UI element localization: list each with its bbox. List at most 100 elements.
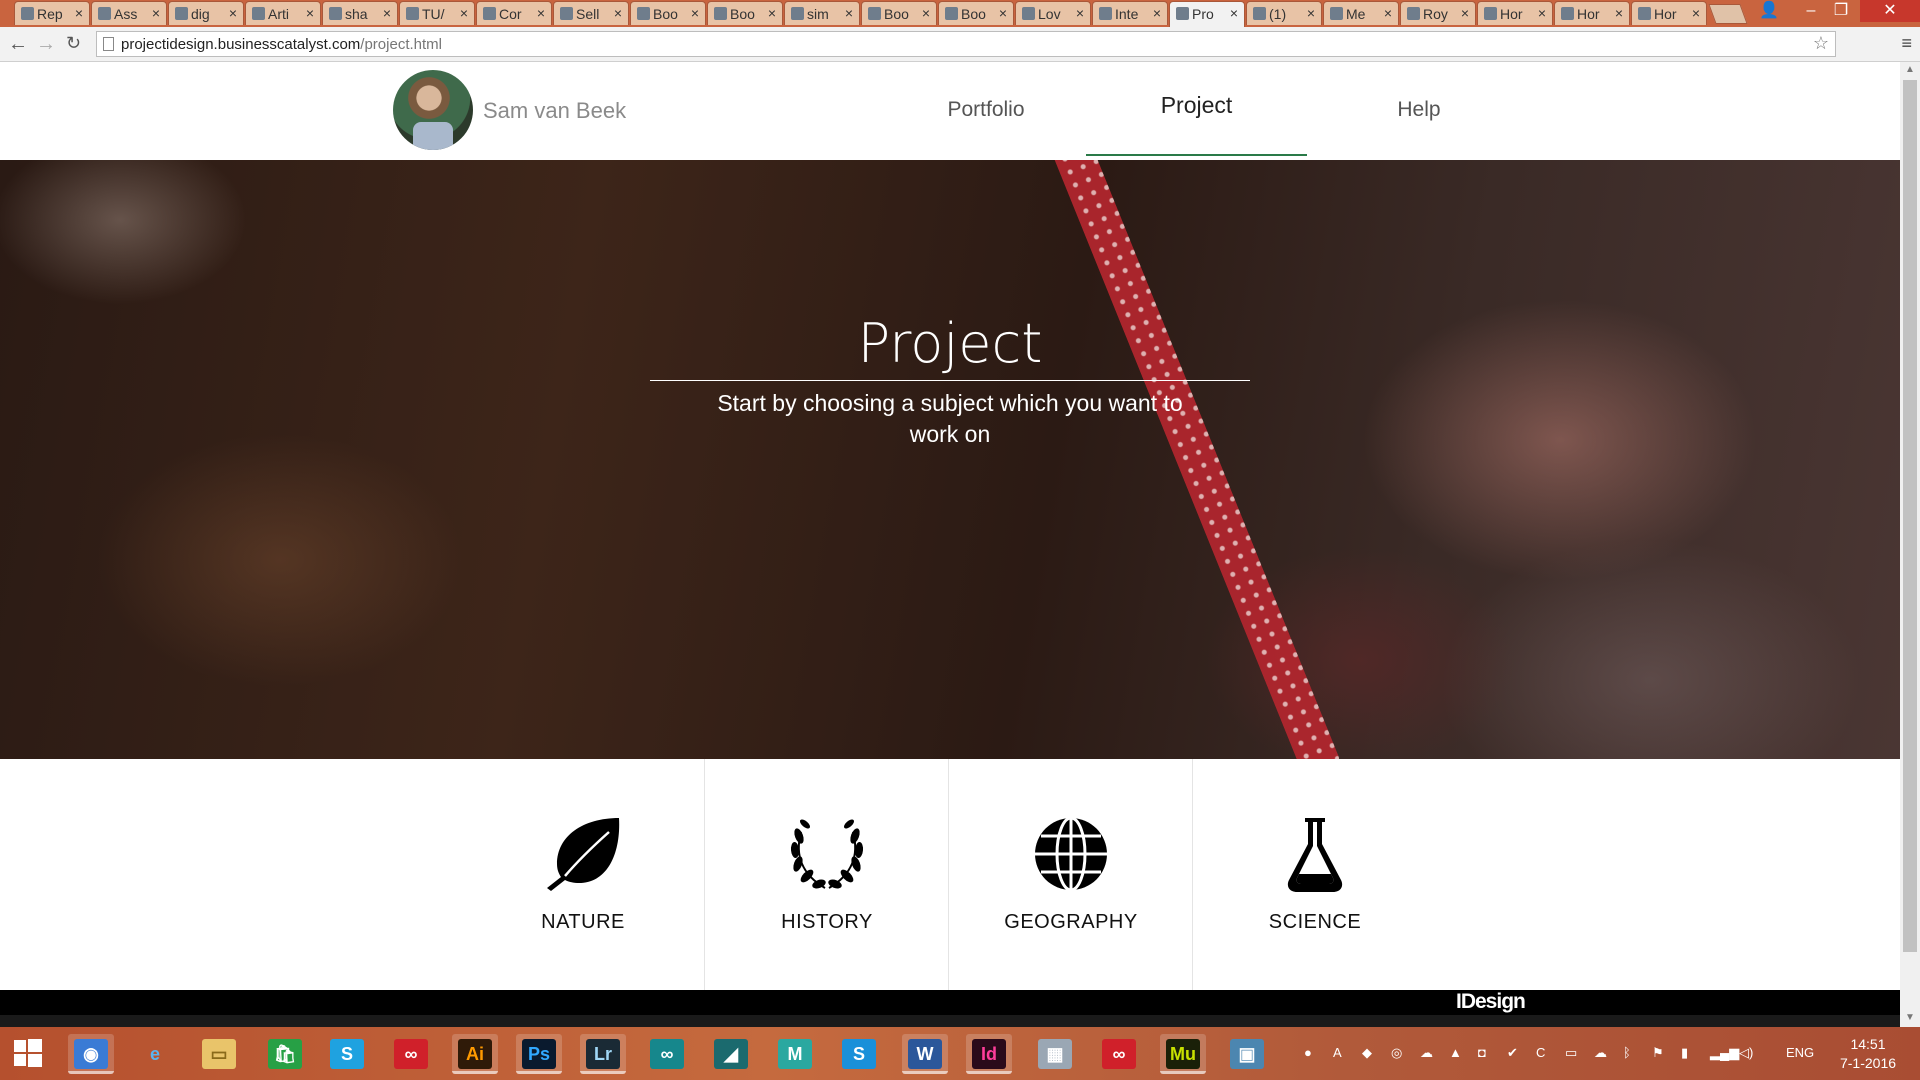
tab-close-icon[interactable]: × bbox=[1307, 5, 1315, 21]
creative-cloud-taskbar-icon[interactable]: ∞ bbox=[388, 1034, 434, 1074]
tab-close-icon[interactable]: × bbox=[1461, 5, 1469, 21]
tab-close-icon[interactable]: × bbox=[1538, 5, 1546, 21]
Lr-taskbar-icon[interactable]: Lr bbox=[580, 1034, 626, 1074]
W-taskbar-icon[interactable]: W bbox=[902, 1034, 948, 1074]
cloud-tray-icon[interactable]: ☁ bbox=[1594, 1045, 1607, 1061]
norton-tray-icon[interactable]: ◘ bbox=[1478, 1045, 1486, 1060]
scroll-thumb[interactable] bbox=[1903, 80, 1917, 952]
browser-tab[interactable]: Cor × bbox=[476, 1, 552, 25]
footer-brand-logo[interactable]: IDesign bbox=[1456, 990, 1526, 1014]
tab-close-icon[interactable]: × bbox=[1230, 5, 1238, 21]
store-taskbar-icon[interactable]: 🛍 bbox=[262, 1034, 308, 1074]
maximize-button[interactable]: ❐ bbox=[1820, 0, 1862, 22]
browser-tab[interactable]: Lov × bbox=[1015, 1, 1091, 25]
tab-close-icon[interactable]: × bbox=[922, 5, 930, 21]
dropbox-tray-icon[interactable]: ◆ bbox=[1362, 1045, 1372, 1061]
chrome-menu-icon[interactable]: ≡ bbox=[1901, 33, 1912, 54]
acrobat-tray-icon[interactable]: ▲ bbox=[1449, 1045, 1462, 1060]
tab-close-icon[interactable]: × bbox=[768, 5, 776, 21]
scroll-down-icon[interactable]: ▼ bbox=[1905, 1012, 1915, 1023]
chrome-taskbar-icon[interactable]: ◉ bbox=[68, 1034, 114, 1074]
address-bar[interactable]: projectidesign.businesscatalyst.com/proj… bbox=[96, 31, 1836, 57]
tab-close-icon[interactable]: × bbox=[306, 5, 314, 21]
page-scrollbar[interactable]: ▲ ▼ bbox=[1900, 62, 1920, 1027]
tab-close-icon[interactable]: × bbox=[1153, 5, 1161, 21]
tab-close-icon[interactable]: × bbox=[1384, 5, 1392, 21]
skype-taskbar-icon[interactable]: S bbox=[324, 1034, 370, 1074]
monitor-tray-icon[interactable]: ▭ bbox=[1565, 1045, 1577, 1061]
browser-tab[interactable]: Hor × bbox=[1631, 1, 1707, 25]
browser-tab[interactable]: Boo × bbox=[630, 1, 706, 25]
browser-tab[interactable]: Sell × bbox=[553, 1, 629, 25]
tab-close-icon[interactable]: × bbox=[691, 5, 699, 21]
tab-close-icon[interactable]: × bbox=[1692, 5, 1700, 21]
back-icon[interactable]: ← bbox=[8, 33, 28, 56]
forward-icon[interactable]: → bbox=[36, 33, 56, 56]
tab-close-icon[interactable]: × bbox=[460, 5, 468, 21]
browser-tab[interactable]: Pro × bbox=[1169, 1, 1245, 27]
wifi-cloud-tray-icon[interactable]: ◎ bbox=[1391, 1045, 1402, 1061]
tab-close-icon[interactable]: × bbox=[383, 5, 391, 21]
volume-tray-icon[interactable]: ◁) bbox=[1739, 1045, 1753, 1061]
tab-close-icon[interactable]: × bbox=[999, 5, 1007, 21]
browser-tab[interactable]: dig × bbox=[168, 1, 244, 25]
photos-taskbar-icon[interactable]: ▣ bbox=[1224, 1034, 1270, 1074]
bluetooth-tray-icon[interactable]: ᛒ bbox=[1623, 1045, 1631, 1060]
bookmark-star-icon[interactable]: ☆ bbox=[1813, 33, 1829, 54]
taskbar-clock[interactable]: 14:51 7-1-2016 bbox=[1828, 1035, 1908, 1073]
subject-science[interactable]: SCIENCE bbox=[1193, 759, 1437, 990]
autodesk-tray-icon[interactable]: A bbox=[1333, 1045, 1342, 1060]
new-tab-button[interactable] bbox=[1708, 4, 1748, 24]
browser-tab[interactable]: TU/ × bbox=[399, 1, 475, 25]
browser-tab[interactable]: Me × bbox=[1323, 1, 1399, 25]
browser-tab[interactable]: Hor × bbox=[1554, 1, 1630, 25]
tab-close-icon[interactable]: × bbox=[152, 5, 160, 21]
tab-close-icon[interactable]: × bbox=[75, 5, 83, 21]
browser-tab[interactable]: Rep × bbox=[14, 1, 90, 25]
tab-close-icon[interactable]: × bbox=[845, 5, 853, 21]
scroll-up-icon[interactable]: ▲ bbox=[1905, 64, 1915, 75]
site-owner-name[interactable]: Sam van Beek bbox=[483, 98, 626, 124]
creative-cloud-2-taskbar-icon[interactable]: ∞ bbox=[1096, 1034, 1142, 1074]
browser-tab[interactable]: Inte × bbox=[1092, 1, 1168, 25]
profile-icon[interactable]: 👤 bbox=[1748, 0, 1790, 22]
browser-tab[interactable]: Arti × bbox=[245, 1, 321, 25]
Ai-taskbar-icon[interactable]: Ai bbox=[452, 1034, 498, 1074]
nav-project[interactable]: Project bbox=[1086, 92, 1307, 119]
reload-icon[interactable]: ↻ bbox=[66, 33, 81, 54]
evernote-tray-icon[interactable]: ● bbox=[1304, 1045, 1312, 1060]
tab-close-icon[interactable]: × bbox=[1615, 5, 1623, 21]
subject-geography[interactable]: GEOGRAPHY bbox=[949, 759, 1193, 990]
language-indicator[interactable]: ENG bbox=[1786, 1045, 1814, 1060]
Mu-taskbar-icon[interactable]: Mu bbox=[1160, 1034, 1206, 1074]
Id-taskbar-icon[interactable]: Id bbox=[966, 1034, 1012, 1074]
browser-tab[interactable]: Boo × bbox=[861, 1, 937, 25]
browser-tab[interactable]: (1) × bbox=[1246, 1, 1322, 25]
browser-tab[interactable]: Ass × bbox=[91, 1, 167, 25]
sync-tray-icon[interactable]: ✔ bbox=[1507, 1045, 1518, 1061]
chrome-tray-icon[interactable]: C bbox=[1536, 1045, 1545, 1060]
maya-taskbar-icon[interactable]: M bbox=[772, 1034, 818, 1074]
tab-close-icon[interactable]: × bbox=[614, 5, 622, 21]
Ps-taskbar-icon[interactable]: Ps bbox=[516, 1034, 562, 1074]
file-explorer-taskbar-icon[interactable]: ▭ bbox=[196, 1034, 242, 1074]
internet-explorer-taskbar-icon[interactable]: e bbox=[132, 1034, 178, 1074]
flag-tray-icon[interactable]: ⚑ bbox=[1652, 1045, 1664, 1061]
browser-tab[interactable]: Roy × bbox=[1400, 1, 1476, 25]
skype-business-taskbar-icon[interactable]: S bbox=[836, 1034, 882, 1074]
3ds-max-taskbar-icon[interactable]: ◢ bbox=[708, 1034, 754, 1074]
browser-tab[interactable]: Hor × bbox=[1477, 1, 1553, 25]
browser-tab[interactable]: sha × bbox=[322, 1, 398, 25]
windows-start-icon[interactable] bbox=[14, 1039, 42, 1067]
avatar[interactable] bbox=[393, 70, 473, 150]
browser-tab[interactable]: Boo × bbox=[938, 1, 1014, 25]
tab-close-icon[interactable]: × bbox=[537, 5, 545, 21]
signal-tray-icon[interactable]: ▂▄▆ bbox=[1710, 1045, 1739, 1061]
tab-close-icon[interactable]: × bbox=[1076, 5, 1084, 21]
close-window-button[interactable]: ✕ bbox=[1860, 0, 1920, 22]
nav-help[interactable]: Help bbox=[1386, 98, 1452, 122]
battery-tray-icon[interactable]: ▮ bbox=[1681, 1045, 1688, 1061]
calculator-taskbar-icon[interactable]: ▦ bbox=[1032, 1034, 1078, 1074]
tab-close-icon[interactable]: × bbox=[229, 5, 237, 21]
browser-tab[interactable]: sim × bbox=[784, 1, 860, 25]
